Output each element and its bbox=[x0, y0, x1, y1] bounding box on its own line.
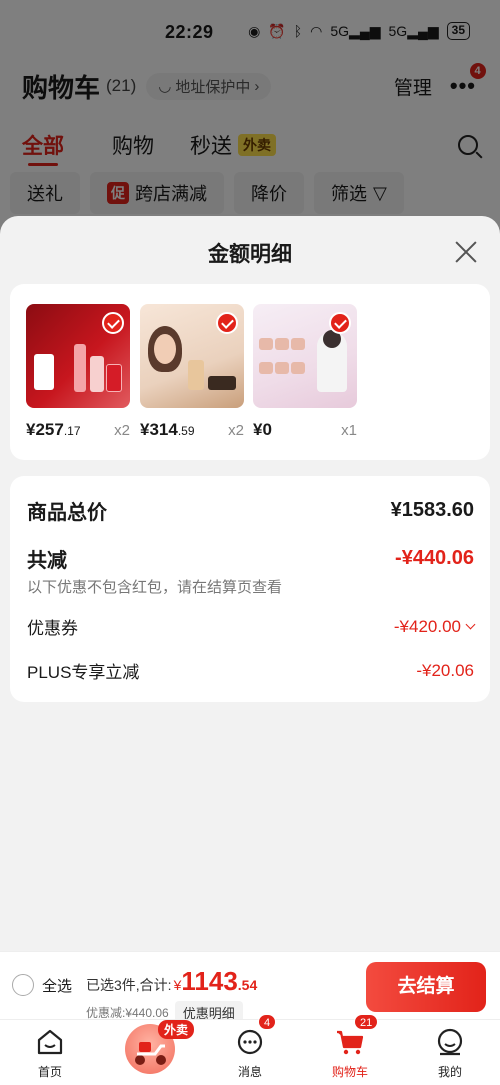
discount-value: -¥440.06 bbox=[395, 547, 474, 569]
discount-row: 共减 -¥440.06 bbox=[27, 544, 474, 573]
total-currency: ¥ bbox=[173, 977, 182, 993]
plus-discount-value: -¥20.06 bbox=[416, 660, 474, 680]
goods-total-value: ¥1583.60 bbox=[390, 499, 474, 521]
decor-pack bbox=[275, 338, 289, 350]
decor-bottle bbox=[90, 356, 104, 392]
modal-overlay[interactable] bbox=[0, 0, 500, 240]
decor-bottle bbox=[208, 376, 236, 390]
goods-total-label: 商品总价 bbox=[27, 502, 107, 524]
product-price: ¥257.17 bbox=[26, 420, 81, 439]
products-card: ¥257.17 x2 ¥314.59 x2 ¥0 x1 bbox=[10, 284, 490, 460]
amount-detail-sheet: 金额明细 ¥257.17 x2 ¥314.59 x2 ¥0 x1 商品总价 ¥1… bbox=[0, 216, 500, 951]
sheet-title: 金额明细 bbox=[208, 243, 292, 266]
decor-pack bbox=[291, 338, 305, 350]
discount-label: 共减 bbox=[27, 550, 67, 572]
waimai-badge: 外卖 bbox=[158, 1020, 195, 1039]
close-icon[interactable] bbox=[454, 240, 478, 264]
selected-check-icon bbox=[216, 312, 238, 334]
cart-badge: 21 bbox=[354, 1014, 379, 1030]
order-summary: 已选3件,合计: ¥ 1143 .54 优惠减:¥440.06 优惠明细 bbox=[86, 966, 257, 1024]
cart-icon bbox=[337, 1030, 364, 1055]
coupon-value: -¥420.00 bbox=[394, 617, 476, 637]
product-price: ¥0 bbox=[253, 420, 272, 439]
select-all-label: 全选 bbox=[42, 977, 73, 995]
product-image bbox=[26, 304, 130, 408]
tab-home[interactable]: 首页 bbox=[0, 1020, 100, 1085]
messages-badge: 4 bbox=[258, 1014, 277, 1030]
decor-box bbox=[34, 354, 54, 390]
chevron-down-icon bbox=[465, 619, 476, 629]
plus-discount-row: PLUS专享立减 -¥20.06 bbox=[27, 658, 474, 683]
total-amount-int: 1143 bbox=[181, 966, 238, 996]
product-item[interactable]: ¥257.17 x2 bbox=[26, 304, 130, 440]
decor-pack bbox=[291, 362, 305, 374]
selected-count-text: 已选3件,合计: bbox=[86, 977, 172, 993]
bottom-tab-bar: 首页 4 消息 21 购物车 我的 bbox=[0, 1014, 500, 1085]
decor-face bbox=[154, 334, 176, 364]
home-icon bbox=[37, 1029, 63, 1055]
decor-pack bbox=[275, 362, 289, 374]
amount-detail-card: 商品总价 ¥1583.60 共减 -¥440.06 以下优惠不包含红包，请在结算… bbox=[10, 476, 490, 702]
tab-home-label: 首页 bbox=[37, 1065, 62, 1079]
selected-check-icon bbox=[329, 312, 351, 334]
tab-mine-label: 我的 bbox=[437, 1065, 462, 1079]
product-qty: x1 bbox=[341, 422, 357, 439]
tab-messages[interactable]: 4 消息 bbox=[200, 1014, 300, 1085]
product-item[interactable]: ¥0 x1 bbox=[253, 304, 357, 440]
tab-cart-label: 购物车 bbox=[331, 1065, 368, 1079]
tab-cart[interactable]: 21 购物车 bbox=[300, 1014, 400, 1085]
plus-discount-label: PLUS专享立减 bbox=[27, 663, 140, 682]
decor-pack bbox=[259, 338, 273, 350]
product-price: ¥314.59 bbox=[140, 420, 195, 439]
discount-note: 以下优惠不包含红包，请在结算页查看 bbox=[27, 579, 283, 596]
tab-messages-label: 消息 bbox=[237, 1065, 262, 1079]
product-item[interactable]: ¥314.59 x2 bbox=[140, 304, 244, 440]
decor-bottle bbox=[188, 360, 204, 390]
decor-bottle bbox=[106, 364, 122, 392]
goods-total-row: 商品总价 ¥1583.60 bbox=[27, 496, 474, 525]
coupon-row[interactable]: 优惠券 -¥420.00 bbox=[27, 614, 476, 639]
product-image bbox=[140, 304, 244, 408]
checkout-button[interactable]: 去结算 bbox=[366, 962, 486, 1012]
product-qty: x2 bbox=[114, 422, 130, 439]
decor-pack bbox=[259, 362, 273, 374]
product-qty: x2 bbox=[228, 422, 244, 439]
tab-mine[interactable]: 我的 bbox=[400, 1020, 500, 1085]
coupon-label: 优惠券 bbox=[27, 619, 78, 638]
total-amount-dec: .54 bbox=[237, 977, 258, 993]
select-all-toggle[interactable]: 全选 bbox=[12, 974, 72, 996]
checkout-bar: 全选 已选3件,合计: ¥ 1143 .54 优惠减:¥440.06 优惠明细 … bbox=[0, 951, 500, 1024]
message-icon bbox=[237, 1029, 263, 1055]
product-image bbox=[253, 304, 357, 408]
select-all-radio[interactable] bbox=[12, 974, 34, 996]
decor-bottle bbox=[74, 344, 86, 392]
user-icon bbox=[437, 1028, 463, 1056]
selected-check-icon bbox=[102, 312, 124, 334]
